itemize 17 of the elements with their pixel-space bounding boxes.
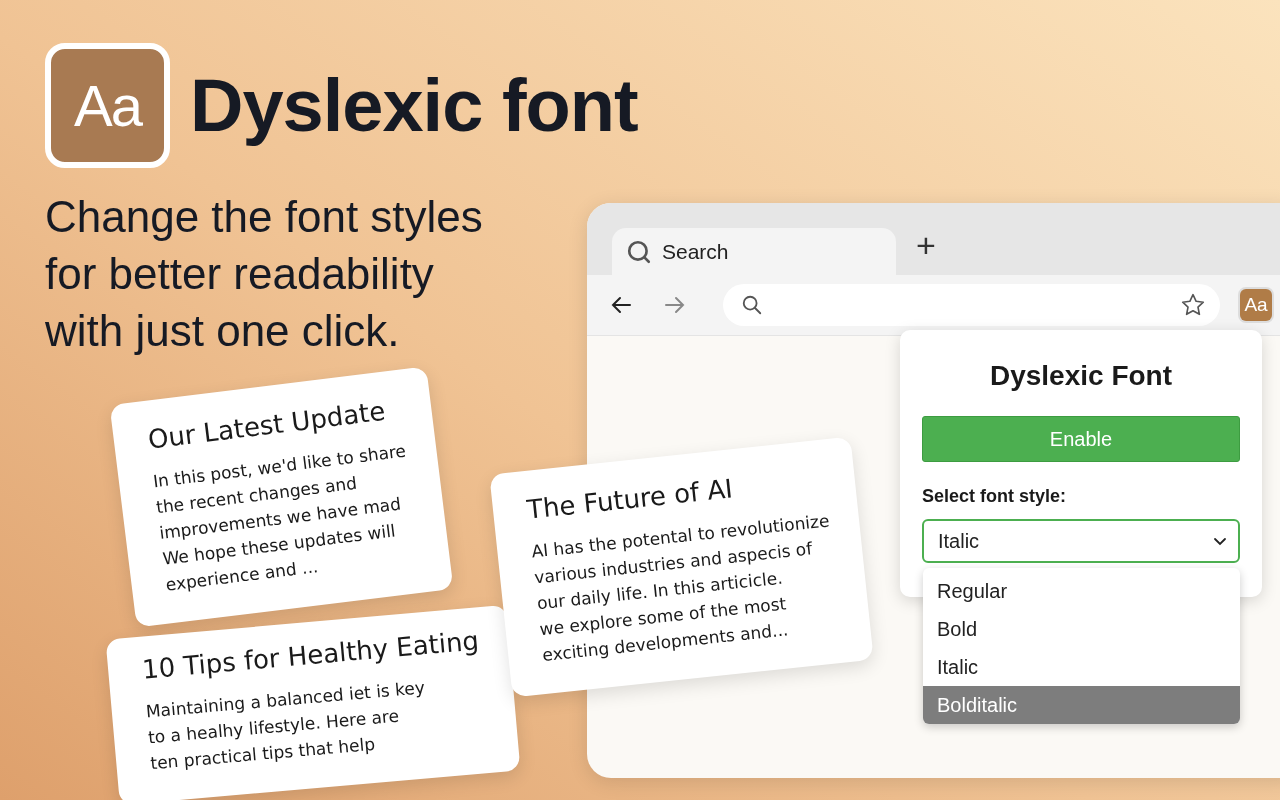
dropdown-option[interactable]: Bold	[923, 610, 1240, 648]
select-label: Select font style:	[922, 486, 1068, 507]
app-icon: Aa	[45, 43, 170, 168]
dropdown-option[interactable]: Bolditalic	[923, 686, 1240, 724]
search-icon	[741, 294, 763, 316]
search-icon	[626, 238, 652, 265]
star-icon[interactable]	[1180, 292, 1206, 318]
dropdown-option[interactable]: Regular	[923, 572, 1240, 610]
app-title: Dyslexic font	[190, 63, 638, 148]
browser-tab[interactable]: Search	[612, 228, 896, 275]
card-title: The Future of AI	[525, 472, 735, 525]
new-tab-button[interactable]: +	[916, 225, 936, 265]
popup-title: Dyslexic Font	[988, 360, 1174, 392]
dropdown-option[interactable]: Italic	[923, 648, 1240, 686]
font-style-select[interactable]: Italic	[922, 519, 1240, 563]
tagline: Change the font styles for better readability with just one click.	[45, 191, 484, 357]
extension-button[interactable]: Aa	[1240, 289, 1272, 321]
